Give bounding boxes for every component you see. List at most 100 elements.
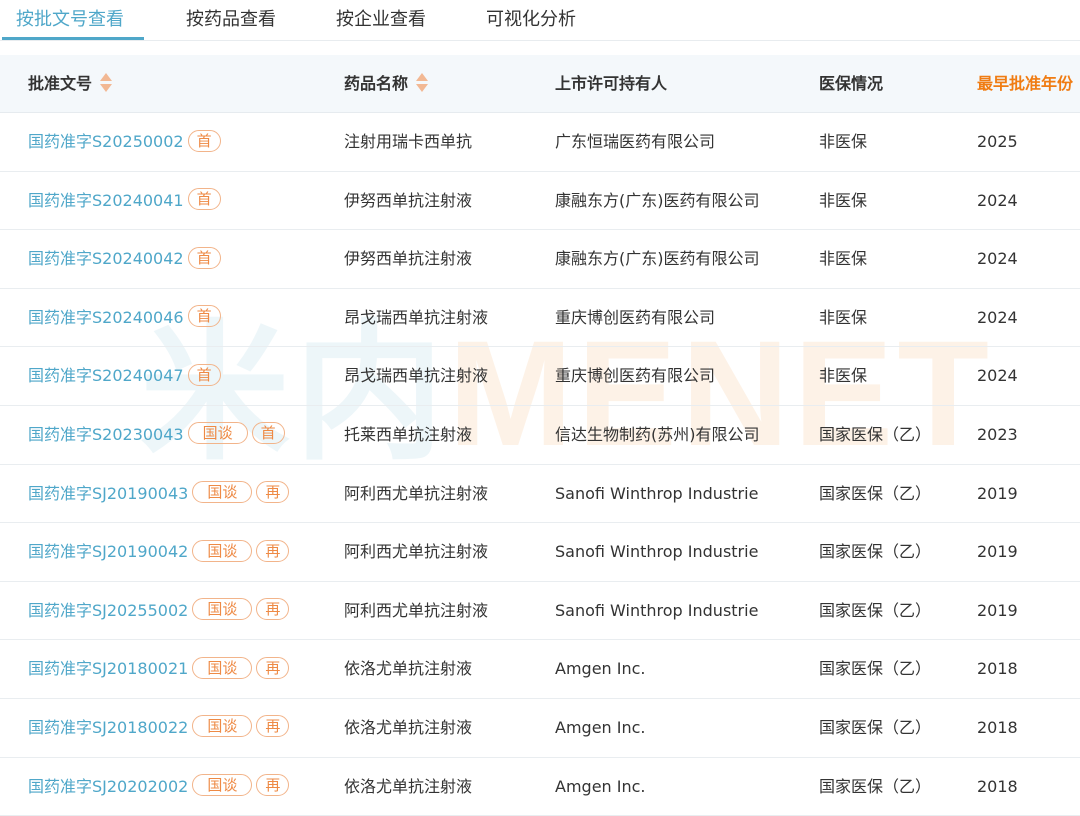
insurance-cell: 国家医保（乙） — [819, 717, 932, 737]
holder-cell: Amgen Inc. — [555, 717, 646, 737]
tab-by-drug[interactable]: 按药品查看 — [186, 6, 276, 34]
drug-name-cell: 伊努西单抗注射液 — [344, 190, 473, 210]
year-cell: 2019 — [977, 542, 1018, 562]
tab-visual-analysis[interactable]: 可视化分析 — [486, 6, 576, 34]
table-row[interactable]: 国药准字SJ20255002 国谈再 阿利西尤单抗注射液 Sanofi Winthro… — [0, 582, 1080, 641]
header-approval-number[interactable]: 批准文号 — [28, 55, 113, 113]
table-row[interactable]: 国药准字S20230043 国谈首 托莱西单抗注射液 信达生物制药(苏州)有限公司 国家… — [0, 406, 1080, 465]
table-row[interactable]: 国药准字SJ20190043 国谈再 阿利西尤单抗注射液 Sanofi Winthro… — [0, 465, 1080, 524]
table-row[interactable]: 国药准字S20240047 首 昂戈瑞西单抗注射液 重庆博创医药有限公司 非医保 2024 — [0, 347, 1080, 406]
insurance-cell: 非医保 — [819, 249, 868, 269]
approval-number-link[interactable]: 国药准字SJ20190042 — [28, 542, 188, 561]
holder-cell: 广东恒瑞医药有限公司 — [555, 132, 716, 151]
approval-number-cell: 国药准字SJ20180022 国谈再 — [28, 699, 290, 757]
insurance-cell: 非医保 — [819, 190, 868, 210]
drug-name-cell: 阿利西尤单抗注射液 — [344, 542, 489, 562]
holder-cell: 信达生物制药(苏州)有限公司 — [555, 424, 760, 444]
approval-number-cell: 国药准字S20240047 首 — [28, 347, 221, 405]
tab-by-company[interactable]: 按企业查看 — [336, 6, 426, 34]
header-earliest-year[interactable]: 最早批准年份 — [977, 55, 1073, 113]
approval-number-link[interactable]: 国药准字SJ20255002 — [28, 601, 188, 620]
approval-number-link[interactable]: 国药准字S20240042 — [28, 249, 184, 268]
drug-name-cell: 伊努西单抗注射液 — [344, 249, 473, 269]
table-row[interactable]: 国药准字S20240046 首 昂戈瑞西单抗注射液 重庆博创医药有限公司 非医保 2024 — [0, 289, 1080, 348]
year-cell: 2024 — [977, 190, 1018, 210]
approval-number-link[interactable]: 国药准字SJ20180022 — [28, 718, 188, 737]
table-row[interactable]: 国药准字SJ20180021 国谈再 依洛尤单抗注射液 Amgen Inc. 国家医保（… — [0, 640, 1080, 699]
status-badge: 再 — [256, 481, 290, 504]
drug-name-cell: 依洛尤单抗注射液 — [344, 659, 473, 679]
header-drug-name[interactable]: 药品名称 — [344, 55, 429, 113]
insurance-cell: 国家医保（乙） — [819, 776, 932, 796]
header-drug-name-label: 药品名称 — [344, 74, 409, 93]
approval-number-link[interactable]: 国药准字SJ20190043 — [28, 484, 188, 503]
insurance-cell: 国家医保（乙） — [819, 659, 932, 679]
national-negotiation-badge: 国谈 — [192, 774, 253, 797]
table-row[interactable]: 国药准字S20240041 首 伊努西单抗注射液 康融东方(广东)医药有限公司 非医保 2… — [0, 172, 1080, 231]
year-cell: 2025 — [977, 132, 1018, 151]
year-cell: 2019 — [977, 600, 1018, 620]
insurance-cell: 国家医保（乙） — [819, 483, 932, 503]
year-cell: 2024 — [977, 366, 1018, 386]
drug-name-cell: 昂戈瑞西单抗注射液 — [344, 366, 489, 386]
status-badge: 首 — [251, 422, 285, 445]
approval-table: 批准文号 药品名称 上市许可持有人 医保情况 最早批准年份 国药准字S20250… — [0, 55, 1080, 816]
approval-number-link[interactable]: 国药准字S20250002 — [28, 132, 184, 151]
approval-number-link[interactable]: 国药准字S20240041 — [28, 191, 184, 210]
insurance-cell: 国家医保（乙） — [819, 424, 932, 444]
year-cell: 2024 — [977, 249, 1018, 269]
national-negotiation-badge: 国谈 — [187, 422, 248, 445]
header-holder: 上市许可持有人 — [555, 74, 668, 93]
drug-name-cell: 昂戈瑞西单抗注射液 — [344, 307, 489, 327]
header-approval-number-label: 批准文号 — [28, 74, 93, 93]
approval-number-cell: 国药准字SJ20255002 国谈再 — [28, 582, 290, 640]
year-cell: 2018 — [977, 659, 1018, 679]
table-row[interactable]: 国药准字SJ20190042 国谈再 阿利西尤单抗注射液 Sanofi Winthro… — [0, 523, 1080, 582]
national-negotiation-badge: 国谈 — [192, 598, 253, 621]
approval-number-link[interactable]: 国药准字S20240047 — [28, 366, 184, 385]
holder-cell: Sanofi Winthrop Industrie — [555, 542, 759, 562]
holder-cell: 康融东方(广东)医药有限公司 — [555, 249, 760, 269]
approval-number-link[interactable]: 国药准字S20240046 — [28, 308, 184, 327]
header-insurance: 医保情况 — [819, 74, 884, 93]
approval-number-link[interactable]: 国药准字SJ20202002 — [28, 777, 188, 796]
drug-name-cell: 托莱西单抗注射液 — [344, 424, 473, 444]
insurance-cell: 非医保 — [819, 132, 868, 151]
holder-cell: Amgen Inc. — [555, 659, 646, 679]
approval-number-cell: 国药准字S20240042 首 — [28, 230, 221, 288]
national-negotiation-badge: 国谈 — [192, 656, 253, 679]
tab-by-approval-number[interactable]: 按批文号查看 — [16, 6, 124, 34]
national-negotiation-badge: 国谈 — [192, 715, 253, 738]
sort-icon[interactable] — [100, 72, 113, 93]
status-badge: 首 — [187, 129, 221, 152]
status-badge: 再 — [256, 656, 290, 679]
approval-number-cell: 国药准字S20250002 首 — [28, 113, 221, 171]
table-row[interactable]: 国药准字SJ20180022 国谈再 依洛尤单抗注射液 Amgen Inc. 国家医保（… — [0, 699, 1080, 758]
status-badge: 再 — [256, 598, 290, 621]
drug-name-cell: 依洛尤单抗注射液 — [344, 717, 473, 737]
approval-number-link[interactable]: 国药准字SJ20180021 — [28, 659, 188, 678]
holder-cell: Sanofi Winthrop Industrie — [555, 483, 759, 503]
drug-name-cell: 注射用瑞卡西单抗 — [344, 132, 473, 151]
table-row[interactable]: 国药准字SJ20202002 国谈再 依洛尤单抗注射液 Amgen Inc. 国家医保（… — [0, 758, 1080, 816]
active-tab-indicator — [2, 37, 144, 40]
drug-name-cell: 阿利西尤单抗注射液 — [344, 600, 489, 620]
sort-icon[interactable] — [416, 72, 429, 93]
approval-number-cell: 国药准字S20240041 首 — [28, 172, 221, 230]
table-row[interactable]: 国药准字S20240042 首 伊努西单抗注射液 康融东方(广东)医药有限公司 非医保 2… — [0, 230, 1080, 289]
status-badge: 再 — [256, 539, 290, 562]
status-badge: 再 — [256, 774, 290, 797]
approval-number-cell: 国药准字SJ20190043 国谈再 — [28, 465, 290, 523]
year-cell: 2023 — [977, 424, 1018, 444]
table-header: 批准文号 药品名称 上市许可持有人 医保情况 最早批准年份 — [0, 55, 1080, 113]
status-badge: 首 — [187, 188, 221, 211]
approval-number-cell: 国药准字S20230043 国谈首 — [28, 406, 285, 464]
drug-name-cell: 依洛尤单抗注射液 — [344, 776, 473, 796]
holder-cell: 重庆博创医药有限公司 — [555, 307, 716, 327]
insurance-cell: 国家医保（乙） — [819, 542, 932, 562]
status-badge: 再 — [256, 715, 290, 738]
table-row[interactable]: 国药准字S20250002 首 注射用瑞卡西单抗 广东恒瑞医药有限公司 非医保 2025 — [0, 113, 1080, 172]
national-negotiation-badge: 国谈 — [192, 539, 253, 562]
approval-number-link[interactable]: 国药准字S20230043 — [28, 425, 184, 444]
drug-name-cell: 阿利西尤单抗注射液 — [344, 483, 489, 503]
